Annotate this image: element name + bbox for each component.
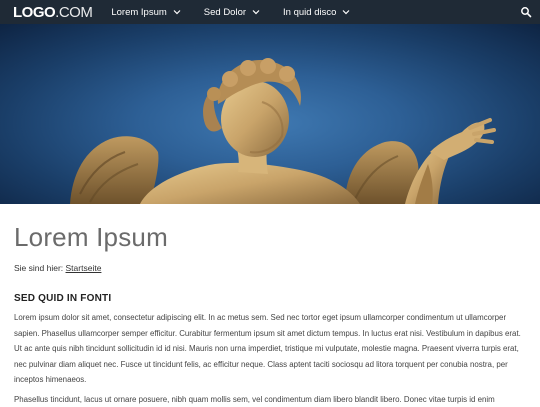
nav-item-sed-dolor[interactable]: Sed Dolor: [204, 7, 260, 18]
nav-item-label: In quid disco: [283, 7, 336, 18]
body-paragraph: Lorem ipsum dolor sit amet, consectetur …: [14, 310, 526, 388]
breadcrumb-link-home[interactable]: Startseite: [66, 263, 102, 273]
nav-item-label: Lorem Ipsum: [111, 7, 166, 18]
nav-item-in-quid-disco[interactable]: In quid disco: [283, 7, 350, 18]
section-heading: SED QUID IN FONTI: [14, 293, 526, 304]
main-menu: Lorem Ipsum Sed Dolor In quid disco: [111, 7, 373, 18]
main-content: Lorem Ipsum Sie sind hier: Startseite SE…: [14, 204, 526, 407]
breadcrumb: Sie sind hier: Startseite: [14, 263, 526, 273]
chevron-down-icon: [252, 8, 260, 16]
logo-text-main: LOGO: [13, 4, 55, 21]
chevron-down-icon: [173, 8, 181, 16]
nav-item-label: Sed Dolor: [204, 7, 246, 18]
logo-text-domain: .COM: [55, 4, 92, 21]
search-icon[interactable]: [520, 6, 532, 18]
hero-banner-image: [0, 24, 540, 204]
top-navigation-bar: LOGO.COM Lorem Ipsum Sed Dolor In quid d…: [0, 0, 540, 24]
nav-item-lorem-ipsum[interactable]: Lorem Ipsum: [111, 7, 180, 18]
breadcrumb-prefix: Sie sind hier:: [14, 263, 63, 273]
page-title: Lorem Ipsum: [14, 222, 526, 253]
chevron-down-icon: [342, 8, 350, 16]
angel-statue-image: [0, 24, 540, 204]
site-logo[interactable]: LOGO.COM: [13, 4, 92, 21]
